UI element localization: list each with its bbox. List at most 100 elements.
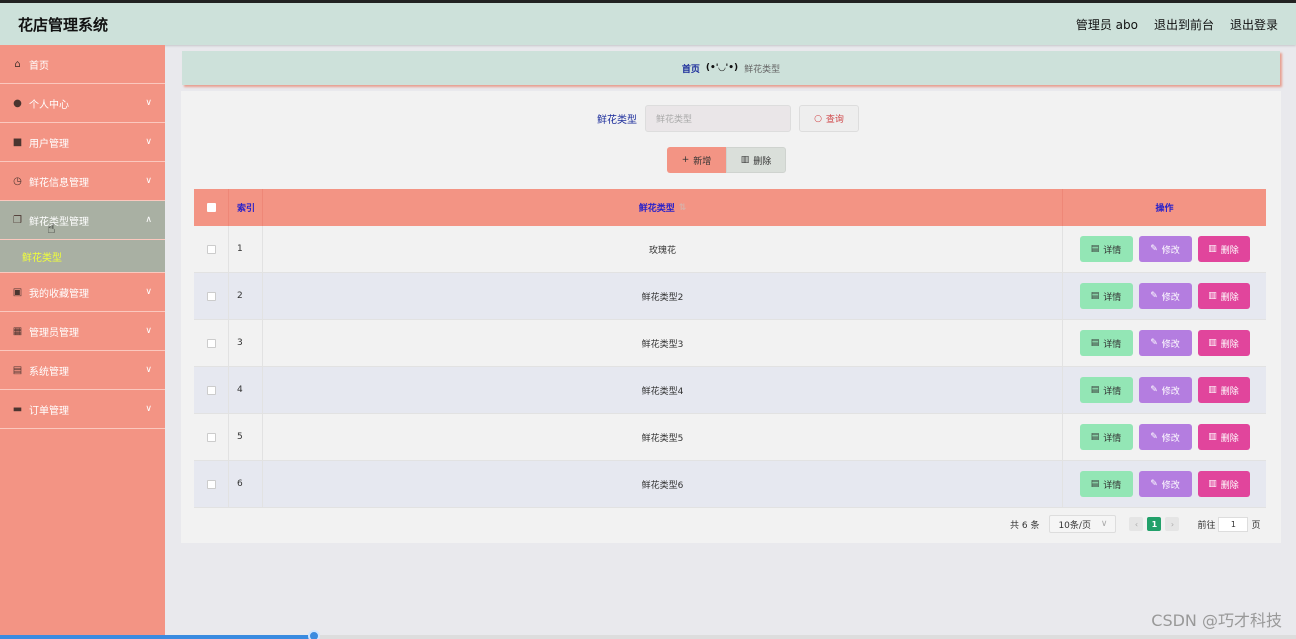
content-panel: 鲜花类型 鲜花类型 ○ 查询 + 新增 ▥ 删除 索引 鲜花类型 ⇅ 操作 1 玫…	[181, 91, 1281, 543]
detail-button[interactable]: ▤ 详情	[1079, 236, 1133, 262]
sidebar-item-admins[interactable]: ▦ 管理员管理 ∨	[0, 312, 165, 351]
row-checkbox[interactable]	[206, 432, 216, 442]
row-checkbox[interactable]	[206, 385, 216, 395]
row-checkbox-cell	[194, 273, 229, 319]
detail-label: 详情	[1103, 245, 1122, 256]
document-icon: ▤	[1090, 291, 1100, 301]
total-count: 共 6 条	[1010, 520, 1040, 531]
goto-suffix: 页	[1251, 520, 1261, 531]
sidebar-item-favorites[interactable]: ▣ 我的收藏管理 ∨	[0, 273, 165, 312]
detail-button[interactable]: ▤ 详情	[1079, 330, 1133, 356]
next-page-button[interactable]: ›	[1165, 517, 1180, 531]
breadcrumb-home[interactable]: 首页	[682, 62, 700, 75]
delete-button[interactable]: ▥ 删除	[1197, 236, 1250, 262]
search-bar: 鲜花类型 鲜花类型 ○ 查询	[597, 105, 859, 132]
edit-label: 修改	[1161, 292, 1180, 303]
header-name-label: 鲜花类型	[638, 204, 675, 214]
admin-label[interactable]: 管理员 abo	[1076, 16, 1138, 33]
copy-icon: ❐	[13, 214, 22, 226]
row-name: 鲜花类型4	[263, 367, 1063, 413]
row-checkbox[interactable]	[206, 338, 216, 348]
row-index: 3	[229, 320, 263, 366]
edit-label: 修改	[1161, 339, 1180, 350]
delete-button[interactable]: ▥ 删除	[1197, 424, 1250, 450]
edit-button[interactable]: ✎ 修改	[1138, 283, 1192, 309]
sidebar-subitem-flower-type[interactable]: 鲜花类型	[0, 240, 165, 273]
row-checkbox[interactable]	[206, 479, 216, 489]
row-name: 鲜花类型2	[263, 273, 1063, 319]
row-checkbox-cell	[194, 414, 229, 460]
table-row: 2 鲜花类型2 ▤ 详情 ✎ 修改 ▥ 删除	[194, 273, 1266, 320]
delete-button[interactable]: ▥ 删除	[1197, 471, 1250, 497]
row-actions: ▤ 详情 ✎ 修改 ▥ 删除	[1063, 461, 1266, 507]
home-icon: ⌂	[14, 58, 21, 70]
row-actions: ▤ 详情 ✎ 修改 ▥ 删除	[1063, 414, 1266, 460]
sidebar-item-system[interactable]: ▤ 系统管理 ∨	[0, 351, 165, 390]
delete-button[interactable]: ▥ 删除	[1197, 377, 1250, 403]
edit-button[interactable]: ✎ 修改	[1138, 471, 1192, 497]
page-size-select[interactable]: 10条/页 ∨	[1049, 515, 1117, 533]
pagination: 共 6 条 10条/页 ∨ ‹ 1 › 前往 1 页	[1010, 515, 1260, 533]
add-button[interactable]: + 新增	[667, 147, 726, 173]
header-name[interactable]: 鲜花类型 ⇅	[263, 189, 1063, 226]
search-input[interactable]: 鲜花类型	[645, 105, 791, 132]
detail-button[interactable]: ▤ 详情	[1079, 424, 1133, 450]
sidebar-item-label: 用户管理	[29, 138, 69, 150]
edit-button[interactable]: ✎ 修改	[1138, 377, 1192, 403]
app-title: 花店管理系统	[18, 15, 109, 34]
sidebar-item-profile[interactable]: ● 个人中心 ∨	[0, 84, 165, 123]
chevron-down-icon: ∨	[145, 137, 152, 147]
action-buttons: + 新增 ▥ 删除	[667, 147, 786, 173]
delete-button[interactable]: ▥ 删除	[1197, 283, 1250, 309]
trash-icon: ▥	[1208, 479, 1217, 489]
sidebar-item-flower-type[interactable]: ❐ 鲜花类型管理 ∧	[0, 201, 165, 240]
edit-label: 修改	[1161, 245, 1180, 256]
logout-link[interactable]: 退出登录	[1230, 16, 1278, 33]
table-row: 5 鲜花类型5 ▤ 详情 ✎ 修改 ▥ 删除	[194, 414, 1266, 461]
sidebar-item-home[interactable]: ⌂ 首页	[0, 45, 165, 84]
header-actions: 管理员 abo 退出到前台 退出登录	[1076, 16, 1278, 33]
goto-page-input[interactable]: 1	[1218, 516, 1249, 532]
detail-button[interactable]: ▤ 详情	[1079, 377, 1133, 403]
pencil-icon: ✎	[1150, 338, 1158, 348]
sidebar-item-users[interactable]: ■ 用户管理 ∨	[0, 123, 165, 162]
document-icon: ▤	[1090, 385, 1100, 395]
edit-button[interactable]: ✎ 修改	[1138, 236, 1192, 262]
sidebar-item-label: 我的收藏管理	[29, 288, 89, 300]
data-table: 索引 鲜花类型 ⇅ 操作 1 玫瑰花 ▤ 详情 ✎ 修改 ▥ 删除 2 鲜花类型2 ▤	[194, 189, 1266, 508]
select-all-cell	[194, 189, 229, 226]
goto-page: 前往 1 页	[1197, 516, 1261, 532]
scroll-handle[interactable]	[308, 630, 320, 639]
row-checkbox[interactable]	[206, 244, 216, 254]
table-row: 3 鲜花类型3 ▤ 详情 ✎ 修改 ▥ 删除	[194, 320, 1266, 367]
sidebar-item-flower-info[interactable]: ◷ 鲜花信息管理 ∨	[0, 162, 165, 201]
delete-label: 删除	[1220, 245, 1239, 256]
row-index: 5	[229, 414, 263, 460]
row-actions: ▤ 详情 ✎ 修改 ▥ 删除	[1063, 226, 1266, 272]
top-header: 花店管理系统 管理员 abo 退出到前台 退出登录	[0, 0, 1296, 45]
chevron-down-icon: ∨	[145, 326, 152, 336]
clock-icon: ◷	[13, 175, 22, 187]
user-icon: ●	[13, 97, 22, 109]
chevron-down-icon: ∨	[145, 404, 152, 414]
detail-button[interactable]: ▤ 详情	[1079, 283, 1133, 309]
chevron-down-icon: ∨	[1100, 519, 1108, 529]
prev-page-button[interactable]: ‹	[1129, 517, 1144, 531]
row-checkbox[interactable]	[206, 291, 216, 301]
front-link[interactable]: 退出到前台	[1154, 16, 1214, 33]
sidebar-item-orders[interactable]: ▬ 订单管理 ∨	[0, 390, 165, 429]
query-button[interactable]: ○ 查询	[799, 105, 859, 132]
edit-button[interactable]: ✎ 修改	[1138, 424, 1192, 450]
select-all-checkbox[interactable]	[206, 203, 216, 212]
batch-delete-button[interactable]: ▥ 删除	[726, 147, 786, 173]
edit-label: 修改	[1161, 480, 1180, 491]
delete-button[interactable]: ▥ 删除	[1197, 330, 1250, 356]
detail-button[interactable]: ▤ 详情	[1079, 471, 1133, 497]
search-label: 鲜花类型	[597, 115, 637, 126]
edit-button[interactable]: ✎ 修改	[1138, 330, 1192, 356]
document-icon: ▤	[1090, 479, 1100, 489]
header-ops: 操作	[1155, 204, 1174, 214]
pencil-icon: ✎	[1150, 291, 1158, 301]
page-number-button[interactable]: 1	[1147, 517, 1162, 531]
pencil-icon: ✎	[1150, 479, 1158, 489]
